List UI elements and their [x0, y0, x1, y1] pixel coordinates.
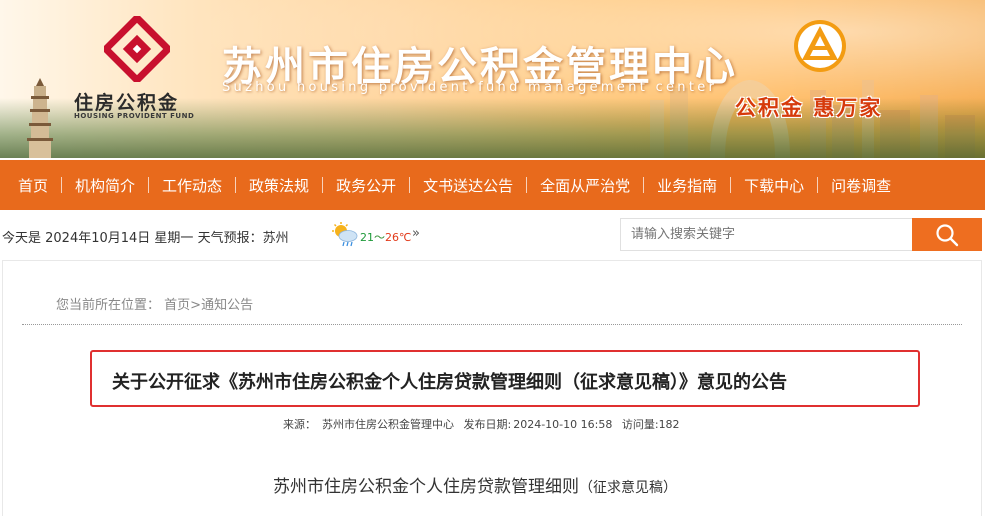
slogan-text: 公积金 惠万家 [735, 96, 883, 120]
source-value: 苏州市住房公积金管理中心 [322, 418, 454, 431]
header-banner: 住房公积金 HOUSING PROVIDENT FUND 苏州市住房公积金管理中… [0, 0, 985, 158]
nav-item-policies[interactable]: 政策法规 [236, 175, 322, 196]
body-heading-suffix: （征求意见稿） [579, 480, 677, 496]
divider-line [22, 324, 962, 325]
nav-item-news[interactable]: 工作动态 [149, 175, 235, 196]
temperature-range: 21～26℃ [360, 229, 411, 245]
article-meta: 来源： 苏州市住房公积金管理中心 发布日期: 2024-10-10 16:58 访问… [283, 416, 686, 432]
search-icon [936, 223, 959, 246]
views-label: 访问量: [621, 418, 659, 431]
logo-english-text: HOUSING PROVIDENT FUND [74, 112, 195, 120]
weather-more-link[interactable]: » [412, 226, 420, 241]
search-input[interactable] [620, 218, 913, 251]
search-button[interactable] [912, 218, 982, 251]
logo-text: 住房公积金 [74, 92, 180, 114]
breadcrumb-home-link[interactable]: 首页 [164, 298, 190, 313]
site-subtitle: Suzhou housing provident fund management… [222, 80, 718, 95]
publish-date-label: 发布日期: [463, 418, 512, 431]
pagoda-image [27, 78, 53, 158]
housing-fund-logo-icon [104, 16, 170, 82]
source-label: 来源： [283, 418, 316, 431]
article-title: 关于公开征求《苏州市住房公积金个人住房贷款管理细则（征求意见稿）》意见的公告 [112, 372, 787, 393]
body-heading-text: 苏州市住房公积金个人住房贷款管理细则 [273, 477, 579, 497]
breadcrumb: 您当前所在位置： 首页>通知公告 [56, 294, 253, 313]
nav-item-about[interactable]: 机构简介 [62, 175, 148, 196]
temp-separator: ～ [374, 231, 385, 244]
nav-item-party-discipline[interactable]: 全面从严治党 [527, 175, 643, 196]
publish-date-value: 2024-10-10 16:58 [513, 418, 613, 431]
breadcrumb-separator: > [190, 298, 202, 313]
nav-item-service-guide[interactable]: 业务指南 [644, 175, 730, 196]
temp-low: 21 [360, 231, 374, 244]
breadcrumb-prefix: 您当前所在位置： [56, 298, 161, 313]
views-value: 182 [658, 418, 680, 431]
main-nav: 首页 机构简介 工作动态 政策法规 政务公开 文书送达公告 全面从严治党 业务指… [0, 160, 985, 210]
cloud-sun-rain-icon [332, 222, 358, 247]
nav-item-gov-affairs[interactable]: 政务公开 [323, 175, 409, 196]
date-weather-text: 今天是 2024年10月14日 星期一 天气预报：苏州 [2, 231, 289, 246]
nav-item-home[interactable]: 首页 [0, 175, 61, 196]
provident-fund-badge-icon [794, 20, 846, 72]
article-body-heading: 苏州市住房公积金个人住房贷款管理细则（征求意见稿） [273, 472, 677, 497]
breadcrumb-current-link[interactable]: 通知公告 [201, 298, 253, 313]
nav-item-downloads[interactable]: 下载中心 [731, 175, 817, 196]
nav-item-document-notices[interactable]: 文书送达公告 [410, 175, 526, 196]
temp-high: 26℃ [385, 231, 412, 244]
nav-item-survey[interactable]: 问卷调查 [818, 175, 904, 196]
